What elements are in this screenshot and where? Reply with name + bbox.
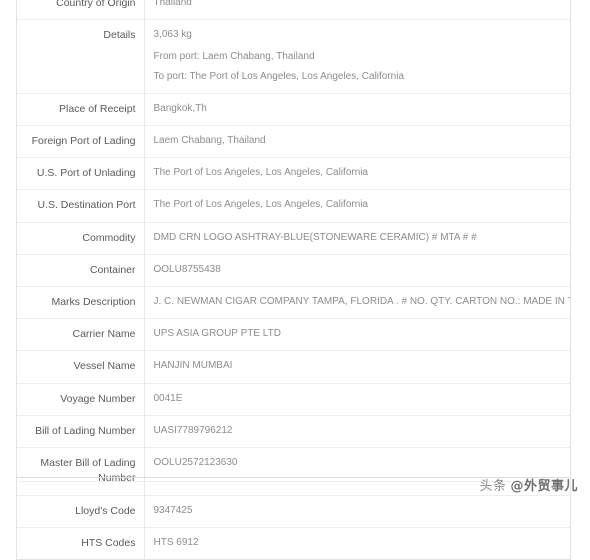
table-row-marks-description: Marks Description J. C. NEWMAN CIGAR COM… <box>17 286 571 319</box>
details-line-group: 3,063 kg From port: Laem Chabang, Thaila… <box>154 28 565 85</box>
table-row-voyage-number: Voyage Number 0041E <box>17 383 570 416</box>
row-label-foreign-port-of-lading: Foreign Port of Lading <box>17 125 145 158</box>
watermark-handle: @外贸事儿 <box>510 479 578 494</box>
row-label-us-destination-port: U.S. Destination Port <box>17 189 145 223</box>
row-value-hts-codes: HTS 6912 <box>153 536 199 548</box>
row-value-us-destination-port: The Port of Los Angeles, Los Angeles, Ca… <box>153 199 369 211</box>
watermark-brand: 头条 <box>479 479 507 494</box>
table-row-foreign-port-of-lading: Foreign Port of Lading Laem Chabang, Tha… <box>17 125 570 158</box>
row-label-country-of-origin: Country of Origin <box>17 0 145 20</box>
row-value-us-port-of-unlading: The Port of Los Angeles, Los Angeles, Ca… <box>153 167 369 179</box>
row-value-country-of-origin: Thailand <box>153 0 192 8</box>
row-value-bill-of-lading-number: UASI7789796212 <box>153 424 233 436</box>
row-value-commodity: DMD CRN LOGO ASHTRAY-BLUE(STONEWARE CERA… <box>153 231 477 243</box>
table-row-place-of-receipt: Place of Receipt Bangkok,Th <box>17 93 570 126</box>
row-value-vessel-name: HANJIN MUMBAI <box>153 360 233 372</box>
table-row-hts-codes: HTS Codes HTS 6912 <box>17 527 570 559</box>
row-value-voyage-number: 0041E <box>153 392 183 404</box>
row-value-foreign-port-of-lading: Laem Chabang, Thailand <box>153 134 266 146</box>
row-value-carrier-name: UPS ASIA GROUP PTE LTD <box>153 328 281 340</box>
row-label-details: Details <box>17 19 145 94</box>
row-value-marks-description: J. C. NEWMAN CIGAR COMPANY TAMPA, FLORID… <box>153 296 571 308</box>
table-row-vessel-name: Vessel Name HANJIN MUMBAI <box>17 350 570 384</box>
row-label-place-of-receipt: Place of Receipt <box>17 93 145 126</box>
row-label-carrier-name: Carrier Name <box>17 318 145 351</box>
row-label-hts-codes: HTS Codes <box>17 527 145 559</box>
row-label-commodity: Commodity <box>17 222 145 255</box>
row-value-place-of-receipt: Bangkok,Th <box>153 102 207 114</box>
row-label-bill-of-lading-number: Bill of Lading Number <box>17 415 145 448</box>
row-label-marks-description: Marks Description <box>17 286 145 319</box>
table-row-bill-of-lading-number: Bill of Lading Number UASI7789796212 <box>17 415 570 448</box>
row-label-vessel-name: Vessel Name <box>17 350 145 384</box>
details-to-port: To port: The Port of Los Angeles, Los An… <box>153 71 405 83</box>
table-row-country-of-origin: Country of Origin Thailand <box>17 0 570 20</box>
row-value-details: 3,063 kg From port: Laem Chabang, Thaila… <box>144 20 570 94</box>
page-background: Country of Origin Thailand Details 3,063… <box>0 0 590 560</box>
row-label-voyage-number: Voyage Number <box>17 383 145 416</box>
row-label-us-port-of-unlading: U.S. Port of Unlading <box>17 157 145 190</box>
row-value-container: OOLU8755438 <box>153 263 221 275</box>
table-row-us-destination-port: U.S. Destination Port The Port of Los An… <box>17 189 570 223</box>
table-row-details: Details 3,063 kg From port: Laem Chabang… <box>17 19 570 94</box>
row-label-container: Container <box>17 254 145 287</box>
watermark: 头条 @外贸事儿 <box>479 475 578 494</box>
table-row-container: Container OOLU8755438 <box>17 254 570 287</box>
table-row-carrier-name: Carrier Name UPS ASIA GROUP PTE LTD <box>17 318 570 351</box>
table-row-commodity: Commodity DMD CRN LOGO ASHTRAY-BLUE(STON… <box>17 222 570 255</box>
table-row-us-port-of-unlading: U.S. Port of Unlading The Port of Los An… <box>17 157 570 190</box>
row-label-master-bill-of-lading-number: Master Bill of Lading Number <box>17 447 145 496</box>
details-from-port: From port: Laem Chabang, Thailand <box>153 50 315 62</box>
details-weight: 3,063 kg <box>153 29 192 41</box>
